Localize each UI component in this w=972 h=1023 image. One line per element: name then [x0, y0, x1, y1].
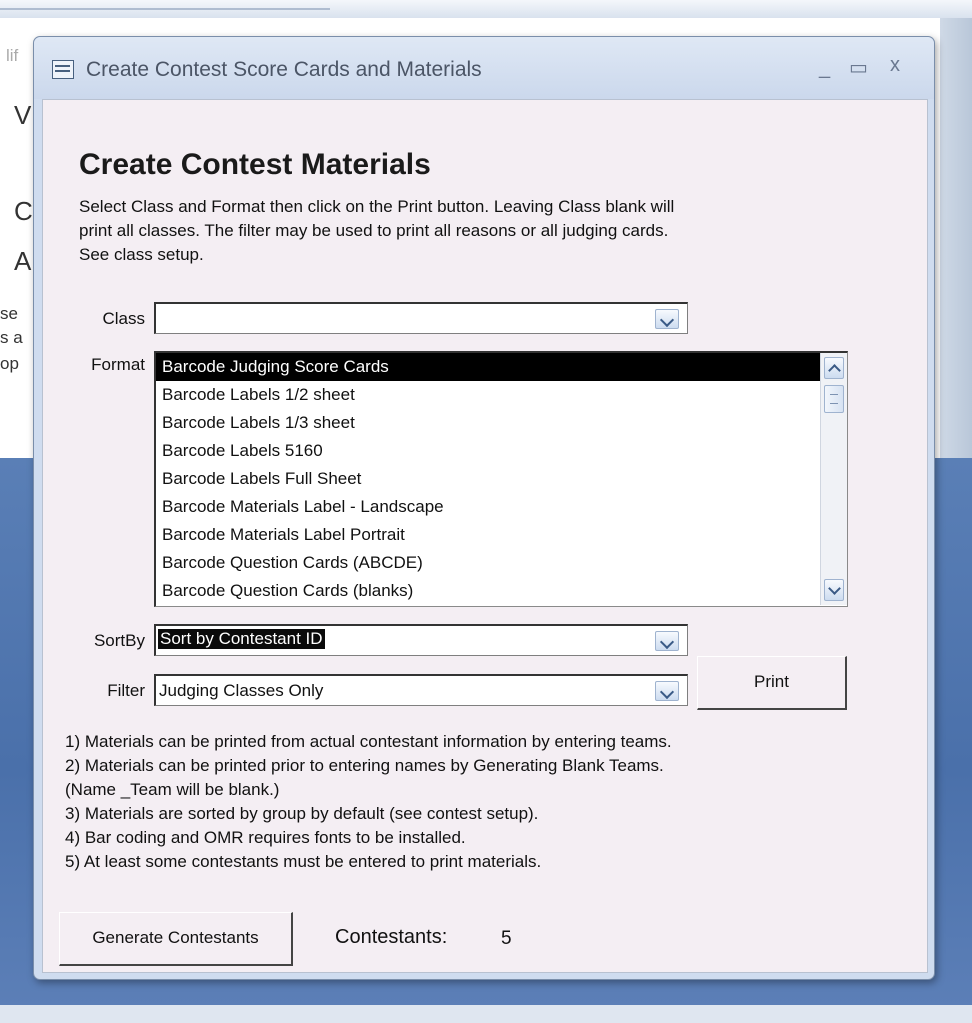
form-icon [52, 60, 74, 79]
background-sidebar [940, 18, 972, 458]
instruction-line: print all classes. The filter may be use… [79, 221, 669, 240]
dialog-title: Create Contest Score Cards and Materials [86, 58, 482, 81]
sortby-combobox[interactable]: Sort by Contestant ID [154, 624, 688, 656]
page-title: Create Contest Materials [79, 148, 431, 181]
list-item[interactable]: Barcode Labels 1/2 sheet [156, 381, 820, 409]
create-contest-dialog: Create Contest Score Cards and Materials… [33, 36, 935, 980]
filter-combobox[interactable]: Judging Classes Only [154, 674, 688, 706]
background-toolbar [0, 0, 972, 19]
background-text: op [0, 354, 19, 373]
note-line: 4) Bar coding and OMR requires fonts to … [65, 828, 466, 847]
sortby-label: SortBy [93, 631, 145, 650]
format-listbox[interactable]: Barcode Judging Score Cards Barcode Labe… [154, 351, 848, 607]
list-item[interactable]: Barcode Labels Full Sheet [156, 465, 820, 493]
background-text: A [14, 246, 32, 276]
filter-label: Filter [107, 681, 145, 700]
list-item[interactable]: Barcode Question Cards (ABCDE) [156, 549, 820, 577]
close-icon[interactable]: x [890, 54, 900, 77]
list-item[interactable]: Barcode Labels 5160 [156, 437, 820, 465]
note-line: 3) Materials are sorted by group by defa… [65, 804, 539, 823]
class-label: Class [102, 309, 145, 328]
list-item[interactable]: Barcode Labels 1/3 sheet [156, 409, 820, 437]
chevron-down-icon[interactable] [655, 681, 679, 701]
background-text: se [0, 304, 18, 323]
note-line: (Name _Team will be blank.) [65, 780, 280, 799]
generate-contestants-button[interactable]: Generate Contestants [59, 912, 293, 966]
note-line: 5) At least some contestants must be ent… [65, 852, 542, 871]
note-line: 2) Materials can be printed prior to ent… [65, 756, 664, 775]
list-item[interactable]: Barcode Materials Label Portrait [156, 521, 820, 549]
instruction-line: Select Class and Format then click on th… [79, 197, 675, 216]
background-text: C [14, 196, 33, 226]
list-item[interactable]: Barcode Materials Label - Landscape [156, 493, 820, 521]
format-scrollbar[interactable] [820, 353, 847, 605]
minimize-icon[interactable]: _ [819, 57, 830, 80]
print-button[interactable]: Print [697, 656, 847, 710]
contestants-count: 5 [501, 928, 512, 949]
dialog-titlebar[interactable]: Create Contest Score Cards and Materials… [34, 37, 934, 99]
instruction-line: See class setup. [79, 245, 204, 264]
background-text: s a [0, 328, 23, 347]
filter-value: Judging Classes Only [159, 681, 324, 700]
scroll-down-icon[interactable] [824, 579, 844, 601]
format-label: Format [91, 355, 145, 374]
sortby-value: Sort by Contestant ID [158, 629, 325, 649]
scroll-thumb[interactable] [824, 385, 844, 413]
chevron-down-icon[interactable] [655, 309, 679, 329]
background-text: V [14, 100, 32, 130]
contestants-label: Contestants: [335, 926, 448, 948]
chevron-down-icon[interactable] [655, 631, 679, 651]
note-line: 1) Materials can be printed from actual … [65, 732, 672, 751]
list-item[interactable]: Barcode Judging Score Cards [156, 353, 820, 381]
class-combobox[interactable] [154, 302, 688, 334]
maximize-icon[interactable]: ▭ [849, 55, 868, 80]
dialog-body: Create Contest Materials Select Class an… [42, 99, 928, 973]
scroll-up-icon[interactable] [824, 357, 844, 379]
background-text: lif [6, 46, 19, 65]
list-item[interactable]: Barcode Question Cards (blanks) [156, 577, 820, 605]
